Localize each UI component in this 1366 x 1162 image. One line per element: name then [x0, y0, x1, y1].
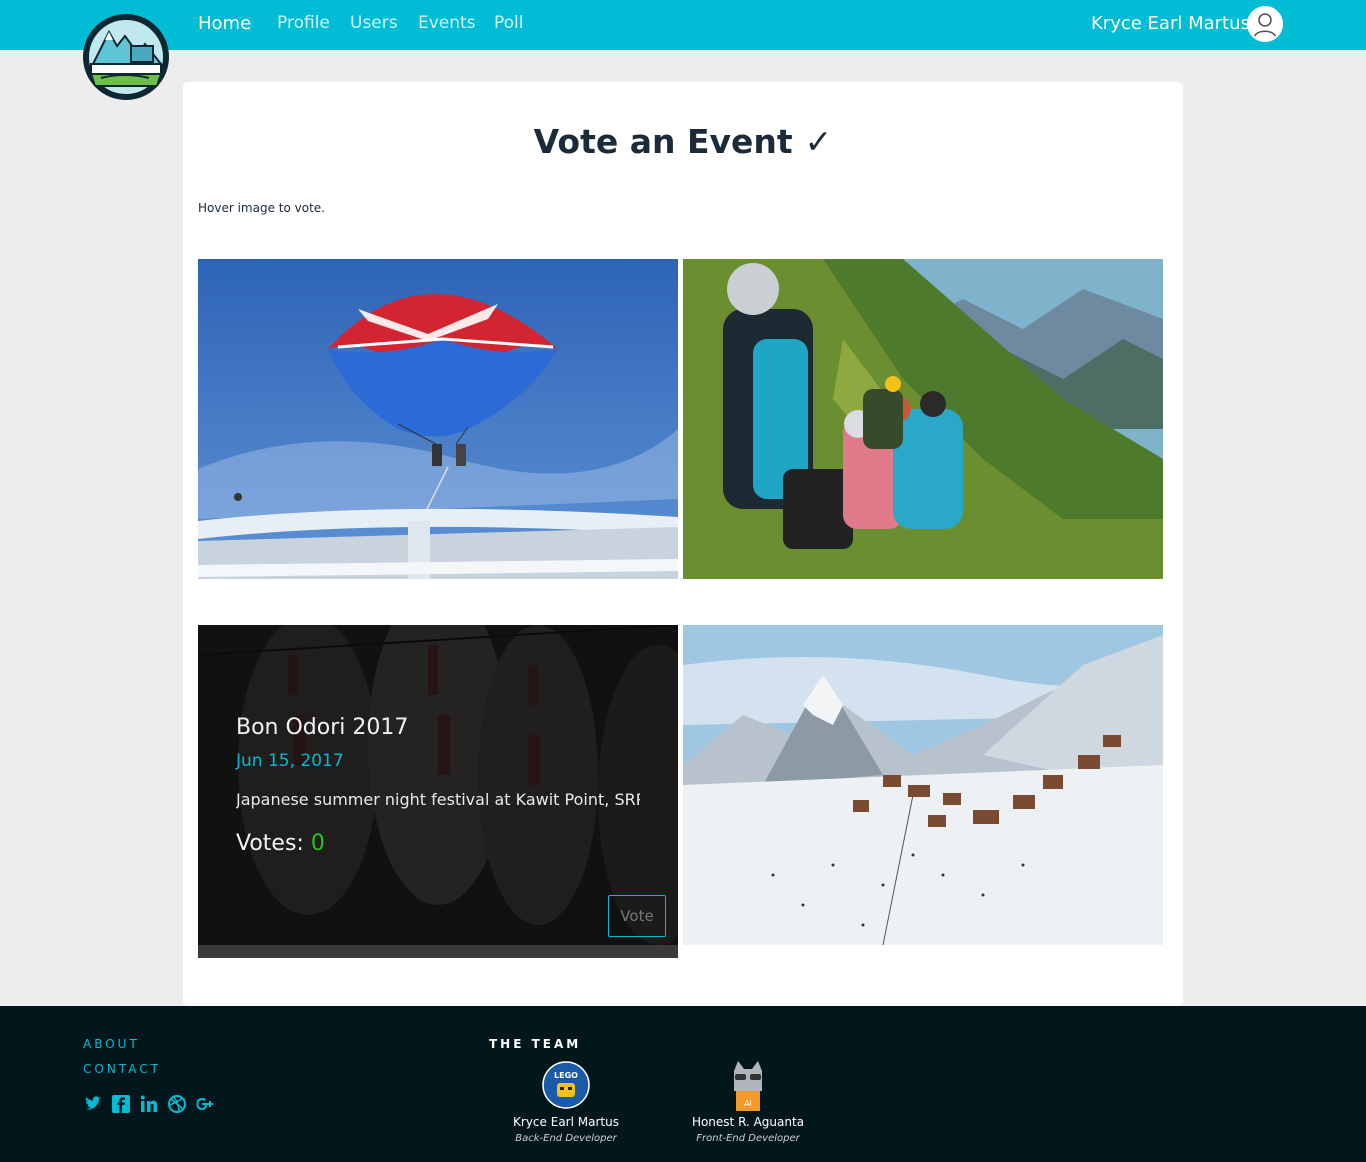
checkmark-icon: ✓ [804, 122, 833, 161]
event-image-hikers[interactable] [683, 259, 1163, 579]
event-votes: Votes: 0 [236, 831, 325, 856]
event-image-ski-village[interactable] [683, 625, 1163, 945]
vote-button[interactable]: Vote [608, 895, 666, 937]
linkedin-icon[interactable] [139, 1094, 159, 1114]
svg-text:Ai: Ai [744, 1099, 752, 1108]
nav-users-link[interactable]: Users [350, 13, 398, 33]
votes-label: Votes: [236, 831, 304, 856]
event-description: Japanese summer night festival at Kawit … [236, 790, 640, 809]
top-navbar: Home Profile Users Events Poll Kryce Ear… [0, 0, 1366, 50]
nav-events-link[interactable]: Events [418, 13, 476, 33]
page-title: Vote an Event ✓ [533, 122, 833, 161]
event-title: Bon Odori 2017 [236, 715, 409, 740]
lego-avatar-icon: LEGO [542, 1061, 590, 1109]
nav-profile-link[interactable]: Profile [277, 13, 330, 33]
event-date: Jun 15, 2017 [236, 751, 344, 771]
site-logo-icon[interactable] [83, 14, 169, 100]
nav-home-link[interactable]: Home [198, 13, 251, 34]
google-plus-icon[interactable] [195, 1094, 215, 1114]
footer-about-link[interactable]: ABOUT [83, 1037, 140, 1051]
votes-count: 0 [310, 831, 325, 856]
team-member-card: Ai Honest R. Aguanta Front-End Developer [690, 1061, 806, 1144]
team-member-name: Kryce Earl Martus [513, 1115, 619, 1129]
team-title: THE TEAM [489, 1037, 582, 1051]
team-member-role: Back-End Developer [515, 1133, 617, 1144]
team-member-card: LEGO Kryce Earl Martus Back-End Develope… [510, 1061, 622, 1144]
event-image-parasail[interactable] [198, 259, 678, 579]
footer-contact-link[interactable]: CONTACT [83, 1062, 161, 1076]
team-member-name: Honest R. Aguanta [691, 1115, 805, 1129]
user-avatar-icon[interactable] [1247, 6, 1283, 42]
dribbble-icon[interactable] [167, 1094, 187, 1114]
twitter-icon[interactable] [83, 1094, 103, 1114]
hover-hint-text: Hover image to vote. [198, 201, 325, 215]
site-footer: ABOUT CONTACT THE TEAM LEGO Kryce Earl M… [0, 1006, 1366, 1162]
team-member-role: Front-End Developer [696, 1133, 800, 1144]
cat-avatar-icon: Ai [734, 1061, 762, 1111]
user-name[interactable]: Kryce Earl Martus [1091, 13, 1250, 34]
svg-text:LEGO: LEGO [554, 1071, 578, 1080]
nav-poll-link[interactable]: Poll [494, 13, 524, 33]
facebook-icon[interactable] [111, 1094, 131, 1114]
event-hover-overlay: Bon Odori 2017 Jun 15, 2017 Japanese sum… [198, 625, 678, 945]
event-tile-footer-bar [198, 945, 678, 958]
